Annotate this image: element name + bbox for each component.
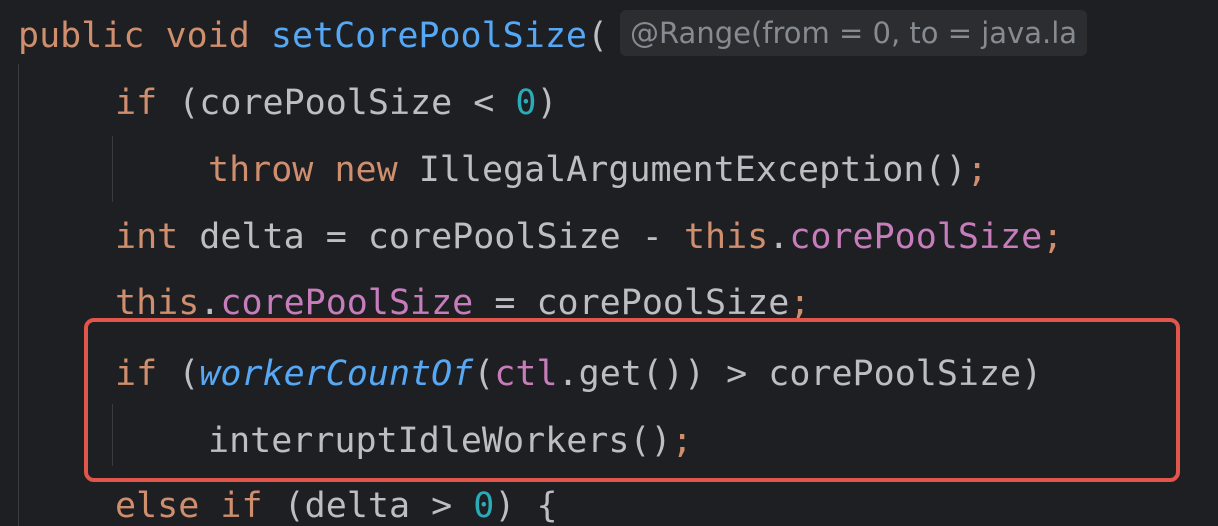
semicolon-token: ;: [1042, 217, 1064, 257]
keyword-token: throw: [208, 150, 314, 190]
indent-guide: [18, 64, 19, 526]
dot-token: .: [199, 283, 221, 323]
code-token: ): [536, 83, 558, 123]
semicolon-token: ;: [966, 150, 988, 190]
number-token: 0: [473, 486, 495, 526]
code-line-4[interactable]: int delta = corePoolSize - this.corePool…: [115, 205, 1063, 269]
code-token: delta = corePoolSize -: [178, 217, 684, 257]
field-token: corePoolSize: [220, 283, 474, 323]
keyword-token: if: [115, 83, 158, 123]
code-line-1[interactable]: public void setCorePoolSize( @Range(from …: [18, 4, 1088, 68]
keyword-token: new: [334, 150, 398, 190]
indent-guide: [112, 136, 113, 202]
code-editor[interactable]: public void setCorePoolSize( @Range(from …: [0, 0, 1218, 526]
dot-token: .: [768, 217, 790, 257]
method-name-token: setCorePoolSize: [270, 16, 587, 56]
code-line-2[interactable]: if (corePoolSize < 0): [115, 71, 558, 135]
keyword-token: void: [165, 16, 250, 56]
keyword-token: if: [220, 486, 263, 526]
semicolon-token: ;: [789, 283, 811, 323]
keyword-token: int: [115, 217, 179, 257]
paren-token: (: [586, 16, 609, 56]
code-line-3[interactable]: throw new IllegalArgumentException();: [208, 138, 988, 202]
code-token: (delta >: [262, 486, 474, 526]
field-token: corePoolSize: [789, 217, 1043, 257]
code-token: ) {: [494, 486, 558, 526]
keyword-token: this: [115, 283, 200, 323]
code-token: (corePoolSize <: [157, 83, 516, 123]
code-token: = corePoolSize: [473, 283, 790, 323]
keyword-token: public: [18, 16, 145, 56]
keyword-token: else: [115, 486, 200, 526]
code-token: IllegalArgumentException(): [397, 150, 967, 190]
number-token: 0: [515, 83, 537, 123]
highlight-annotation-box: [84, 318, 1180, 482]
parameter-inlay-hint[interactable]: @Range(from = 0, to = java.la: [620, 10, 1088, 56]
keyword-token: this: [683, 217, 769, 257]
